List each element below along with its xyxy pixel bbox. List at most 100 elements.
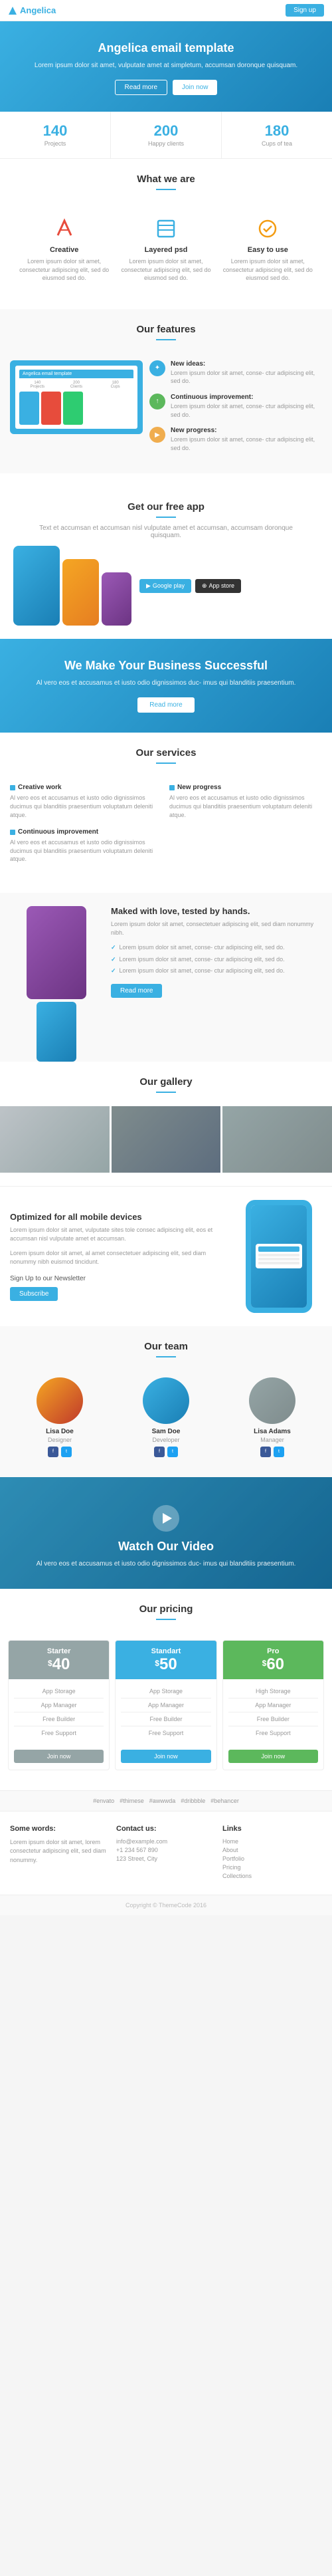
footer-contact-1[interactable]: +1 234 567 890 <box>116 1847 216 1853</box>
hero-title: Angelica email template <box>13 41 319 55</box>
feature-desc-1: Lorem ipsum dolor sit amet, conse- ctur … <box>171 402 322 419</box>
video-section: Watch Our Video Al vero eos et accusamus… <box>0 1477 332 1589</box>
gallery-item-3 <box>222 1106 332 1173</box>
copyright-text: Copyright © ThemeCode 2016 <box>125 1902 207 1909</box>
facebook-icon-1[interactable]: f <box>154 1447 165 1457</box>
made-phone-small <box>37 1002 76 1062</box>
hero-description: Lorem ipsum dolor sit amet, vulputate am… <box>13 60 319 70</box>
feature-easy-name: Easy to use <box>222 246 313 254</box>
footer-col-contact: Contact us: info@example.com +1 234 567 … <box>116 1825 216 1881</box>
buy-pro-button[interactable]: Join now <box>228 1750 318 1763</box>
hero-join-button[interactable]: Join now <box>173 80 217 95</box>
brand-text: Angelica <box>20 5 56 15</box>
feature-easy-desc: Lorem ipsum dolor sit amet, consectetur … <box>222 257 313 283</box>
laptop-phone-1 <box>19 392 39 425</box>
easy-icon <box>256 217 280 241</box>
footer-link-1[interactable]: About <box>222 1847 322 1853</box>
subscribe-button[interactable]: Subscribe <box>10 1287 58 1301</box>
what-we-are-title: What we are <box>13 174 319 185</box>
made-read-more-button[interactable]: Read more <box>111 984 162 998</box>
laptop-stat-2: 180 Cups <box>97 381 133 389</box>
footer-link-2[interactable]: Portfolio <box>222 1855 322 1862</box>
stats-bar: 140 Projects 200 Happy clients 180 Cups … <box>0 112 332 159</box>
badge-2: #awwwda <box>149 1798 176 1804</box>
gallery-item-2 <box>112 1106 221 1173</box>
features-inner: Angelica email template 140 Projects 200… <box>0 354 332 474</box>
plan-price-standart: $50 <box>121 1657 210 1673</box>
team-title-area: Our team <box>0 1326 332 1371</box>
business-title: We Make Your Business Successful <box>13 659 319 673</box>
footer-contact-2[interactable]: 123 Street, City <box>116 1855 216 1862</box>
service-creative-name: Creative work <box>10 784 163 791</box>
service-continuous-name: Continuous improvement <box>10 828 163 836</box>
social-icons-1: f t <box>116 1447 216 1457</box>
feature-text-0: New ideas: Lorem ipsum dolor sit amet, c… <box>171 360 322 386</box>
pricing-title-area: Our pricing <box>0 1589 332 1633</box>
feature-icon-rocket: ▶ <box>149 427 165 443</box>
twitter-icon-2[interactable]: t <box>274 1447 284 1457</box>
check-text-1: Lorem ipsum dolor sit amet, conse- ctur … <box>120 955 285 964</box>
video-title: Watch Our Video <box>13 1540 319 1554</box>
app-store-label: App store <box>209 582 235 589</box>
play-triangle-icon <box>163 1513 172 1524</box>
feature-creative-desc: Lorem ipsum dolor sit amet, consectetur … <box>19 257 110 283</box>
feature-standart-1: App Manager <box>121 1698 210 1712</box>
mobile-description: Lorem ipsum dolor sit amet, vulputate si… <box>10 1226 229 1244</box>
pricing-divider <box>156 1619 176 1620</box>
app-divider <box>156 517 176 518</box>
footer-col-links: Links Home About Portfolio Pricing Colle… <box>222 1825 322 1881</box>
app-download-buttons: ▶ Google play ⊕ App store <box>139 579 319 593</box>
google-play-label: Google play <box>153 582 185 589</box>
footer-contact-0[interactable]: info@example.com <box>116 1838 216 1845</box>
buy-starter-button[interactable]: Join now <box>14 1750 104 1763</box>
service-item-progress: New progress Al vero eos et accusamus et… <box>169 784 322 819</box>
gallery-item-1 <box>0 1106 110 1173</box>
our-features-section: Our features Angelica email template 140… <box>0 309 332 474</box>
our-features-title: Our features <box>13 324 319 335</box>
feature-creative: Creative Lorem ipsum dolor sit amet, con… <box>13 210 115 289</box>
laptop-mockup: Angelica email template 140 Projects 200… <box>10 360 143 434</box>
buy-standart-button[interactable]: Join now <box>121 1750 210 1763</box>
feature-creative-name: Creative <box>19 246 110 254</box>
footer: Some words: Lorem ipsum dolor sit amet, … <box>0 1811 332 1895</box>
navbar: Angelica Sign up <box>0 0 332 21</box>
signup-button[interactable]: Sign up <box>286 4 324 17</box>
services-title-area: Our services <box>0 733 332 777</box>
gallery-title-area: Our gallery <box>0 1062 332 1106</box>
play-button[interactable] <box>153 1505 179 1532</box>
app-phones <box>13 546 131 626</box>
business-section: We Make Your Business Successful Al vero… <box>0 639 332 733</box>
app-store-button[interactable]: ⊕ App store <box>195 579 241 593</box>
feature-text-2: New progress: Lorem ipsum dolor sit amet… <box>171 427 322 452</box>
twitter-icon-0[interactable]: t <box>61 1447 72 1457</box>
laptop-header: Angelica email template <box>19 370 133 378</box>
video-background <box>0 1477 332 1589</box>
hero-read-more-button[interactable]: Read more <box>115 80 167 95</box>
twitter-icon-1[interactable]: t <box>167 1447 178 1457</box>
creative-icon <box>52 217 76 241</box>
feature-pro-0: High Storage <box>228 1685 318 1698</box>
pricing-header-standart: Standart $50 <box>116 1641 216 1679</box>
feature-standart-0: App Storage <box>121 1685 210 1698</box>
google-play-button[interactable]: ▶ Google play <box>139 579 191 593</box>
footer-link-3[interactable]: Pricing <box>222 1864 322 1871</box>
feature-layered: Layered psd Lorem ipsum dolor sit amet, … <box>115 210 216 289</box>
team-grid: Lisa Doe Designer f t Sam Doe Developer … <box>0 1371 332 1464</box>
footer-link-0[interactable]: Home <box>222 1838 322 1845</box>
pricing-card-starter: Starter $40 App Storage App Manager Free… <box>8 1640 110 1770</box>
footer-link-4[interactable]: Collections <box>222 1873 322 1879</box>
footer-bottom: Copyright © ThemeCode 2016 <box>0 1895 332 1915</box>
member-role-2: Manager <box>222 1437 322 1443</box>
check-mark-1: ✓ <box>111 955 116 964</box>
facebook-icon-2[interactable]: f <box>260 1447 271 1457</box>
footer-links-title: Links <box>222 1825 322 1833</box>
made-inner: Maked with love, tested by hands. Lorem … <box>10 906 322 1048</box>
pricing-title: Our pricing <box>13 1603 319 1615</box>
feature-pro-3: Free Support <box>228 1726 318 1740</box>
business-read-more-button[interactable]: Read more <box>137 697 194 713</box>
member-role-1: Developer <box>116 1437 216 1443</box>
feature-easy: Easy to use Lorem ipsum dolor sit amet, … <box>217 210 319 289</box>
feature-starter-1: App Manager <box>14 1698 104 1712</box>
facebook-icon-0[interactable]: f <box>48 1447 58 1457</box>
laptop-phone-2 <box>41 392 61 425</box>
